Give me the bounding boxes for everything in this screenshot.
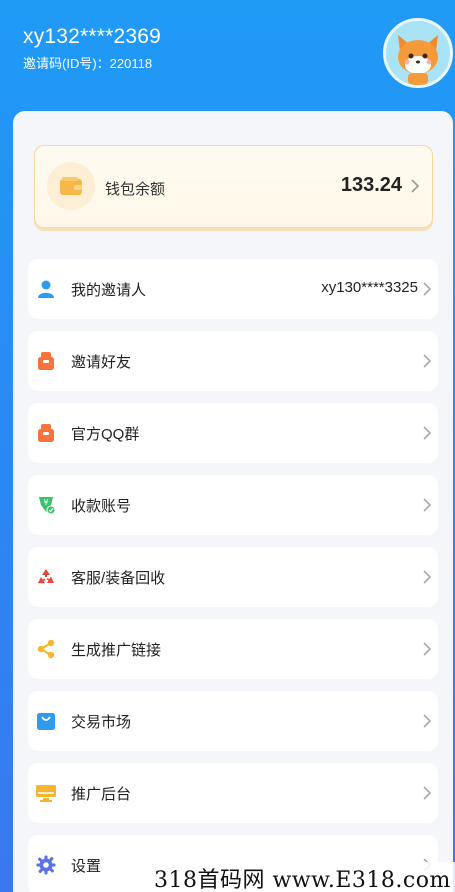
chevron-right-icon <box>423 282 432 296</box>
menu-item-invite-friends[interactable]: 邀请好友 <box>28 331 438 391</box>
wallet-balance-row[interactable]: 钱包余额 133.24 <box>34 145 433 228</box>
menu-label: 交易市场 <box>71 714 132 731</box>
svg-text:¥: ¥ <box>43 498 48 507</box>
menu-label: 官方QQ群 <box>71 426 140 443</box>
money-check-icon: ¥ <box>39 497 56 515</box>
user-icon <box>38 280 54 298</box>
menu-label: 推广后台 <box>71 786 132 803</box>
menu-label: 生成推广链接 <box>71 642 162 659</box>
username: xy132****2369 <box>23 25 162 48</box>
invite-code: 邀请码(ID号)：220118 <box>23 56 153 71</box>
menu-item-my-inviter[interactable]: 我的邀请人 xy130****3325 <box>28 259 438 319</box>
menu-label: 收款账号 <box>71 498 132 515</box>
fox-avatar-icon <box>398 35 438 85</box>
menu-label: 邀请好友 <box>71 354 132 371</box>
share-icon <box>37 639 55 659</box>
menu-card: 钱包余额 133.24 我的邀请人 xy130****3325 邀请好友 官方Q… <box>13 111 453 892</box>
menu-item-customer-service-recycle[interactable]: 客服/装备回收 <box>28 547 438 607</box>
recycle-icon <box>38 569 54 584</box>
shopping-bag-icon <box>37 713 55 730</box>
chevron-right-icon <box>411 179 420 193</box>
inviter-value: xy130****3325 <box>321 279 418 296</box>
chevron-right-icon <box>423 786 432 800</box>
chevron-right-icon <box>423 714 432 728</box>
chevron-right-icon <box>423 354 432 368</box>
menu-item-payment-account[interactable]: ¥ 收款账号 <box>28 475 438 535</box>
chevron-right-icon <box>423 426 432 440</box>
menu-item-official-qq-group[interactable]: 官方QQ群 <box>28 403 438 463</box>
gift-icon <box>38 424 54 442</box>
menu-label: 客服/装备回收 <box>71 570 166 587</box>
watermark: 318首码网 www.E318.com <box>150 862 455 892</box>
menu-item-generate-promo-link[interactable]: 生成推广链接 <box>28 619 438 679</box>
chevron-right-icon <box>423 498 432 512</box>
chevron-right-icon <box>423 642 432 656</box>
wallet-icon <box>47 162 95 210</box>
wallet-label: 钱包余额 <box>105 181 166 198</box>
chevron-right-icon <box>423 570 432 584</box>
gear-icon <box>36 855 56 875</box>
monitor-icon <box>36 785 56 802</box>
avatar[interactable] <box>383 18 453 88</box>
profile-header: xy132****2369 邀请码(ID号)：220118 <box>0 0 455 112</box>
menu-item-promo-backend[interactable]: 推广后台 <box>28 763 438 823</box>
gift-icon <box>38 352 54 370</box>
menu-label: 我的邀请人 <box>71 282 147 299</box>
menu-label: 设置 <box>71 858 102 875</box>
menu-item-trading-market[interactable]: 交易市场 <box>28 691 438 751</box>
wallet-amount: 133.24 <box>340 174 402 196</box>
